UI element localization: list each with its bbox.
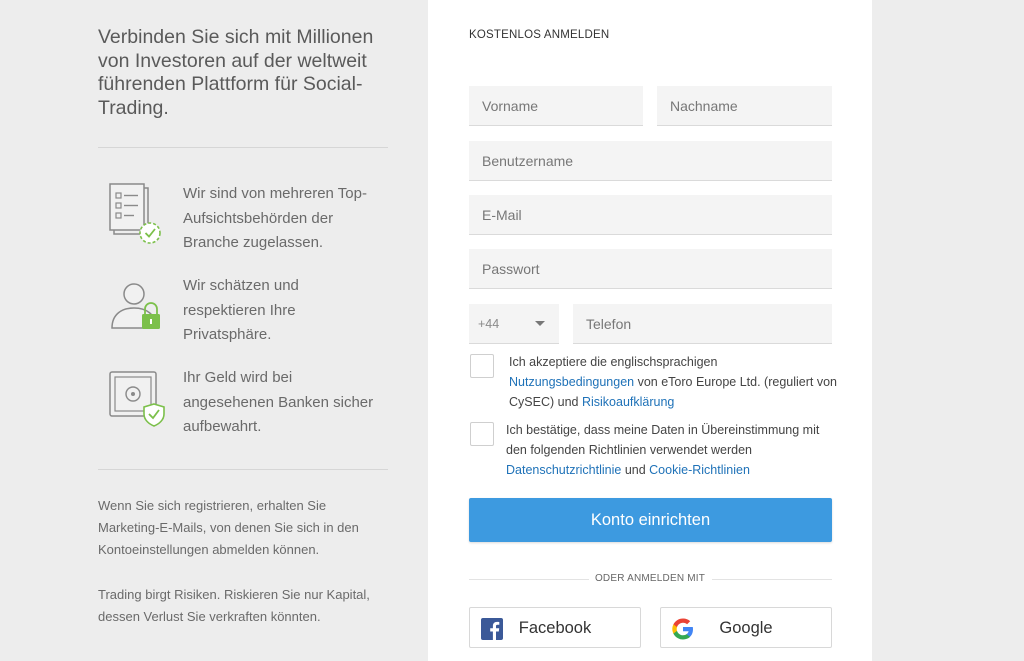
- create-account-button[interactable]: Konto einrichten: [469, 498, 832, 542]
- username-input[interactable]: [469, 141, 832, 181]
- feature-privacy: Wir schätzen und respektieren Ihre Priva…: [98, 274, 388, 354]
- user-lock-icon: [111, 283, 160, 329]
- privacy-policy-link[interactable]: Datenschutzrichtlinie: [506, 463, 621, 477]
- facebook-button[interactable]: Facebook: [469, 607, 641, 648]
- chevron-down-icon: [535, 321, 545, 326]
- facebook-label: Facebook: [518, 619, 592, 637]
- signup-panel: KOSTENLOS ANMELDEN +44 Ich akzeptiere di…: [428, 0, 872, 661]
- headline: Verbinden Sie sich mit Millionen von Inv…: [98, 26, 374, 119]
- risk-disclosure-link[interactable]: Risikoaufklärung: [582, 395, 674, 409]
- marketing-note: Wenn Sie sich registrieren, erhalten Sie…: [98, 498, 359, 557]
- checklist-icon: [109, 183, 161, 244]
- feature-text: Wir schätzen und respektieren Ihre Priva…: [183, 277, 299, 343]
- password-input[interactable]: [469, 249, 832, 289]
- feature-text: Wir sind von mehreren Top-Aufsichtsbehör…: [183, 185, 367, 251]
- google-button[interactable]: Google: [660, 607, 832, 648]
- privacy-text: Ich bestätige, dass meine Daten in Übere…: [506, 420, 826, 480]
- country-code-value: +44: [478, 317, 500, 331]
- terms-text: Ich akzeptiere die englischsprachigen Nu…: [509, 352, 839, 412]
- divider: [98, 147, 388, 148]
- safe-shield-icon: [109, 371, 165, 427]
- first-name-input[interactable]: [469, 86, 643, 126]
- or-sign-in-label: ODER ANMELDEN MIT: [594, 573, 706, 584]
- privacy-checkbox[interactable]: [470, 422, 494, 446]
- feature-regulated: Wir sind von mehreren Top-Aufsichtsbehör…: [98, 182, 388, 262]
- country-code-select[interactable]: +44: [469, 304, 559, 344]
- phone-input[interactable]: [573, 304, 832, 344]
- form-title: KOSTENLOS ANMELDEN: [469, 29, 610, 41]
- privacy-text-part: Ich bestätige, dass meine Daten in Übere…: [506, 423, 820, 457]
- terms-of-use-link[interactable]: Nutzungsbedingungen: [509, 375, 634, 389]
- risk-note: Trading birgt Risiken. Riskieren Sie nur…: [98, 587, 370, 624]
- terms-text-part: Ich akzeptiere die englischsprachigen: [509, 355, 718, 369]
- google-label: Google: [719, 619, 773, 637]
- feature-safe-funds: Ihr Geld wird bei angesehenen Banken sic…: [98, 366, 388, 446]
- terms-checkbox[interactable]: [470, 354, 494, 378]
- divider: [712, 579, 832, 580]
- last-name-input[interactable]: [657, 86, 832, 126]
- cookie-policy-link[interactable]: Cookie-Richtlinien: [649, 463, 750, 477]
- email-input[interactable]: [469, 195, 832, 235]
- divider: [469, 579, 589, 580]
- feature-text: Ihr Geld wird bei angesehenen Banken sic…: [183, 369, 374, 435]
- divider: [98, 469, 388, 470]
- privacy-text-part: und: [621, 463, 650, 477]
